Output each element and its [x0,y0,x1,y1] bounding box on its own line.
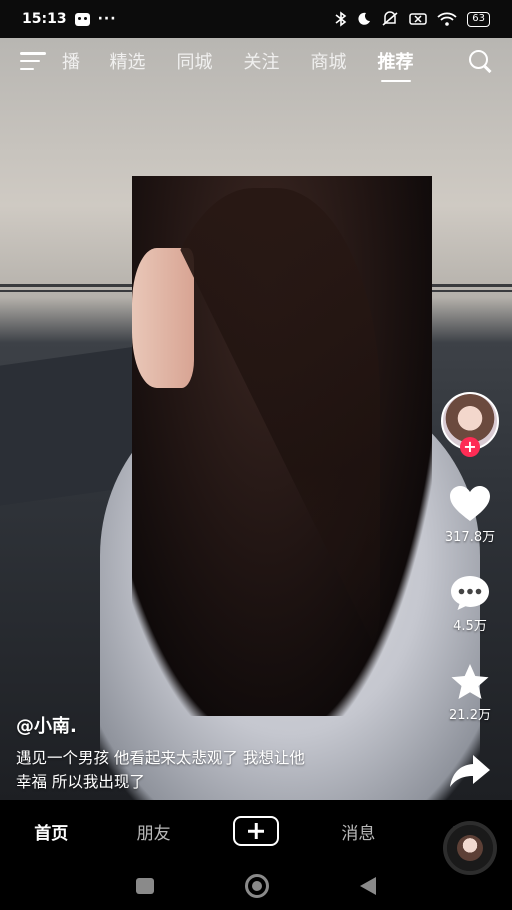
tab-home[interactable]: 首页 [0,819,102,844]
share-arrow-icon [450,755,490,787]
bottom-tab-bar: 首页 朋友 消息 我 [0,800,512,862]
more-notifications-icon: ··· [97,11,117,27]
tab-friends[interactable]: 朋友 [102,819,204,844]
tab-following[interactable]: 关注 [228,48,295,74]
menu-icon[interactable] [20,52,46,70]
notification-app-icon [74,12,90,26]
description-line-1: 遇见一个男孩 他看起来太悲观了 我想让他 [16,749,305,767]
share-button[interactable] [448,751,492,791]
description-line-2: 幸福 所以我出现了 [16,773,145,791]
action-rail: + 317.8万 4.5万 21.2万 [438,392,502,875]
tab-mall[interactable]: 商城 [295,48,362,74]
tab-nearby[interactable]: 同城 [161,48,228,74]
like-count: 317.8万 [444,530,496,545]
tab-messages[interactable]: 消息 [307,819,409,844]
music-cover-thumbnail [457,835,483,861]
feed-tabs: 播 精选 同城 关注 商城 推荐 [62,48,460,74]
tab-recommended[interactable]: 推荐 [362,48,429,74]
favorite-count: 21.2万 [449,708,491,723]
favorite-button[interactable]: 21.2万 [448,662,492,723]
author-name[interactable]: @小南. [16,712,416,738]
sim-off-icon [409,13,428,25]
system-navigation-bar [0,862,512,910]
comment-icon [451,576,489,610]
star-icon [451,664,489,699]
creator-avatar[interactable]: + [441,392,499,457]
mute-icon [382,11,398,26]
status-bar: 15:13 ··· 63 [0,0,512,38]
battery-indicator: 63 [467,11,490,27]
music-disc[interactable] [443,821,497,875]
top-nav: 播 精选 同城 关注 商城 推荐 [0,38,512,84]
tab-featured[interactable]: 精选 [94,48,161,74]
do-not-disturb-icon [358,12,371,25]
follow-button[interactable]: + [460,437,480,457]
home-icon[interactable] [244,874,269,898]
tab-live[interactable]: 播 [62,48,94,74]
video-description: 遇见一个男孩 他看起来太悲观了 我想让他 幸福 所以我出现了 [16,746,416,794]
comment-button[interactable]: 4.5万 [448,573,492,634]
comment-count: 4.5万 [453,619,487,634]
like-button[interactable]: 317.8万 [445,484,495,545]
back-icon[interactable] [360,877,377,895]
create-post-button[interactable] [233,816,280,846]
heart-icon [450,486,490,521]
status-time: 15:13 [22,11,67,27]
bluetooth-icon [335,11,347,27]
recent-apps-icon[interactable] [135,878,154,894]
wifi-icon [437,12,457,26]
search-icon[interactable] [468,49,492,73]
person-face [132,248,194,388]
video-caption: @小南. 遇见一个男孩 他看起来太悲观了 我想让他 幸福 所以我出现了 [16,712,416,794]
video-player[interactable] [0,38,512,800]
